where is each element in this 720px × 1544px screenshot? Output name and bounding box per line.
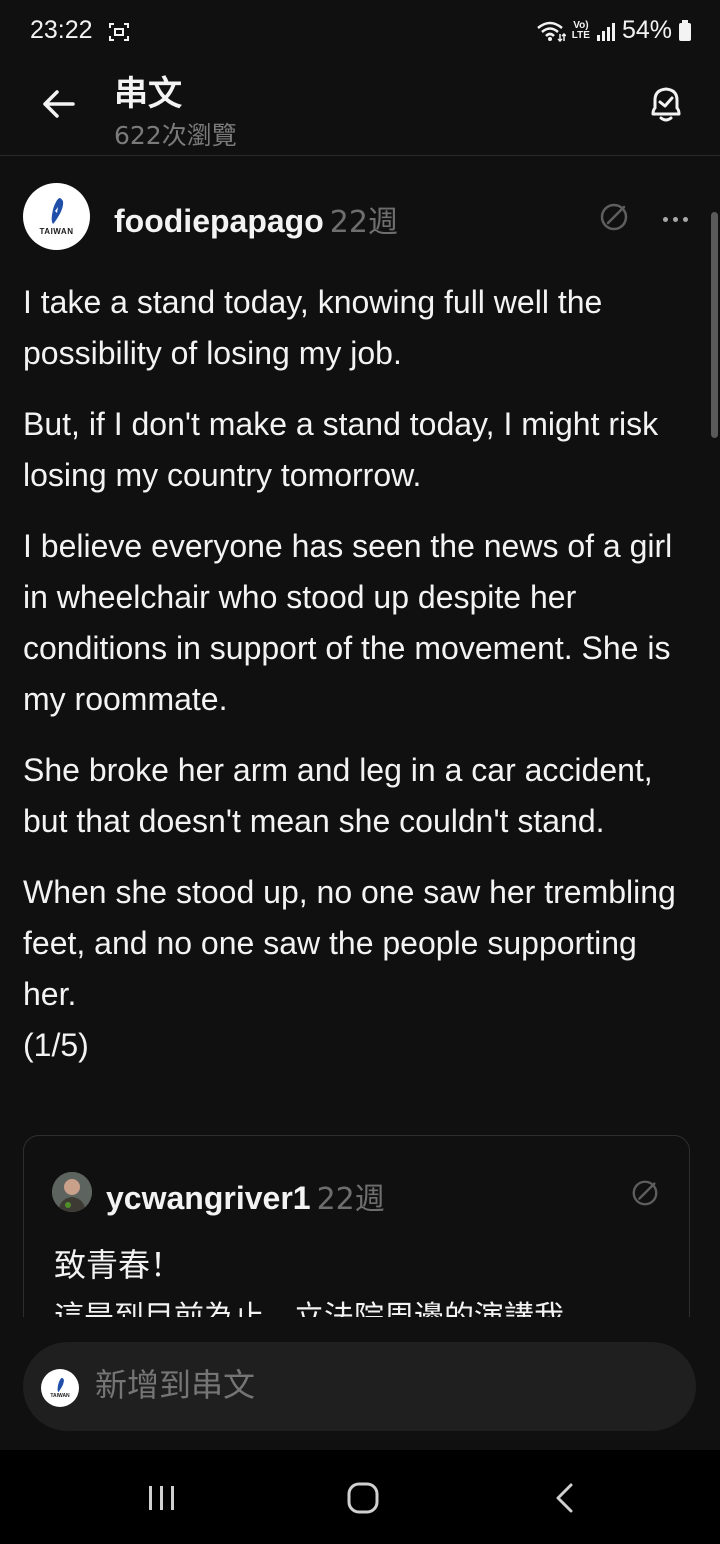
quoted-post-username[interactable]: ycwangriver1 xyxy=(106,1180,311,1216)
screen-record-icon xyxy=(108,22,130,47)
chevron-left-icon xyxy=(556,1483,573,1513)
home-icon xyxy=(347,1482,379,1514)
post-paragraph: She broke her arm and leg in a car accid… xyxy=(23,752,653,839)
home-button[interactable] xyxy=(333,1476,393,1520)
edited-icon xyxy=(630,1178,660,1213)
quoted-post-avatar[interactable] xyxy=(52,1172,92,1212)
post-paragraph: I take a stand today, knowing full well … xyxy=(23,284,603,371)
more-options-button[interactable] xyxy=(655,207,695,231)
edited-icon xyxy=(598,201,630,238)
avatar-label: TAIWAN xyxy=(39,227,74,236)
recent-apps-button[interactable] xyxy=(132,1476,192,1520)
scrollbar[interactable] xyxy=(711,212,718,438)
thread-header: 串文 622次瀏覽 xyxy=(0,64,720,156)
status-bar: 23:22 Vo) LTE 54% xyxy=(0,0,720,64)
post-body: I take a stand today, knowing full well … xyxy=(23,277,693,1071)
post-username[interactable]: foodiepapago xyxy=(114,203,324,239)
reply-area: TAIWAN xyxy=(0,1318,720,1450)
thread-post: TAIWAN foodiepapago 22週 I take a stand to… xyxy=(0,157,720,1317)
back-nav-button[interactable] xyxy=(534,1476,594,1520)
battery-text: 54% xyxy=(621,16,672,44)
bell-check-icon xyxy=(651,87,681,122)
page-title: 串文 xyxy=(114,74,182,114)
reply-input[interactable] xyxy=(95,1366,655,1404)
post-paragraph: I believe everyone has seen the news of … xyxy=(23,528,673,717)
more-icon xyxy=(662,216,668,222)
quoted-post-text: 這是到目前為止，立法院周邊的演講我 xyxy=(54,1292,564,1317)
quoted-post-text: 致青春！ xyxy=(54,1246,183,1284)
view-count: 622次瀏覽 xyxy=(114,121,237,150)
quoted-post[interactable]: ycwangriver122週 致青春！ 這是到目前為止，立法院周邊的演講我 xyxy=(23,1135,690,1317)
post-paragraph: But, if I don't make a stand today, I mi… xyxy=(23,406,659,493)
arrow-left-icon xyxy=(43,90,75,118)
taiwan-map-icon xyxy=(51,198,63,224)
battery-icon xyxy=(678,19,692,42)
system-nav-bar xyxy=(0,1450,720,1544)
taiwan-map-icon xyxy=(57,1377,64,1393)
post-page-counter: (1/5) xyxy=(23,1027,89,1063)
reply-bar[interactable]: TAIWAN xyxy=(23,1342,696,1431)
post-time: 22週 xyxy=(329,205,398,240)
post-author[interactable]: foodiepapago 22週 xyxy=(114,197,398,241)
volte-indicator: Vo) LTE xyxy=(571,19,590,41)
quoted-post-author[interactable]: ycwangriver1 22週 xyxy=(106,1174,385,1218)
post-avatar[interactable]: TAIWAN xyxy=(23,183,90,250)
signal-icon xyxy=(596,21,616,41)
reply-avatar: TAIWAN xyxy=(41,1369,79,1407)
back-button[interactable] xyxy=(36,82,80,126)
status-indicators: Vo) LTE 54% xyxy=(536,16,692,45)
notification-button[interactable] xyxy=(644,82,688,126)
recent-apps-icon xyxy=(149,1486,174,1510)
post-paragraph: When she stood up, no one saw her trembl… xyxy=(23,874,676,1012)
status-time: 23:22 xyxy=(30,16,93,44)
wifi-icon xyxy=(536,20,566,42)
quoted-post-time: 22週 xyxy=(316,1182,385,1217)
